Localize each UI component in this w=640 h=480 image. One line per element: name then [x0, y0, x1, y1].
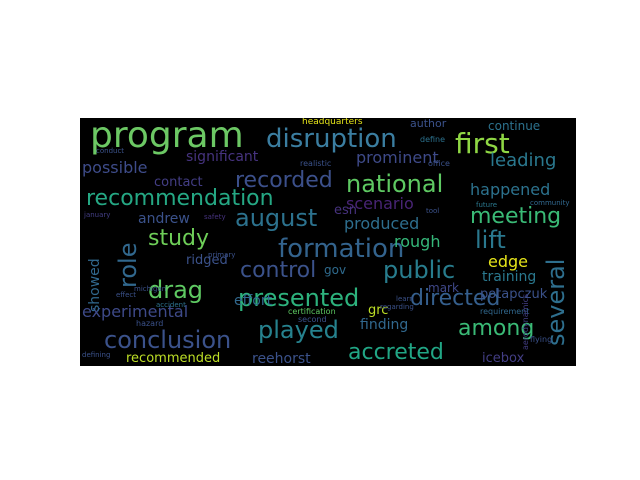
word-significant: significant	[186, 149, 259, 165]
word-contact: contact	[154, 175, 203, 190]
word-role: role	[114, 242, 142, 288]
word-several: several	[542, 258, 570, 346]
word-showed: showed	[87, 258, 103, 312]
word-control: control	[240, 258, 317, 283]
word-second: second	[298, 315, 327, 324]
word-flying: flying	[530, 335, 553, 344]
word-finding: finding	[360, 317, 409, 333]
word-regarding: regarding	[380, 303, 414, 311]
word-edge: edge	[488, 252, 528, 271]
word-mark: mark	[428, 281, 459, 295]
word-gov: gov	[324, 263, 347, 277]
word-primary: primary	[208, 251, 236, 259]
word-learn: learn	[396, 295, 414, 303]
word-future: future	[476, 201, 498, 209]
word-leading: leading	[490, 150, 557, 171]
word-accreted: accreted	[348, 340, 444, 365]
word-define: define	[420, 135, 446, 144]
word-conclusion: conclusion	[104, 326, 232, 354]
word-january: january	[84, 211, 111, 219]
word-esn: esn	[334, 203, 358, 218]
word-effect: effect	[116, 291, 137, 299]
word-continue: continue	[488, 119, 541, 133]
word-headquarters: headquarters	[302, 118, 363, 127]
word-happened: happened	[470, 180, 551, 199]
word-defining: defining	[82, 351, 111, 359]
word-office: office	[428, 159, 450, 168]
word-produced: produced	[344, 214, 420, 233]
word-meeting: meeting	[470, 204, 562, 229]
word-realistic: realistic	[300, 159, 332, 168]
word-national: national	[346, 170, 444, 198]
word-possible: possible	[82, 158, 148, 177]
word-potapczuk: potapczuk	[480, 287, 548, 302]
word-andrew: andrew	[138, 211, 190, 227]
word-cloud: program disruption first recommendation …	[80, 118, 576, 366]
word-reehorst: reehorst	[252, 351, 311, 366]
word-author: author	[410, 118, 447, 130]
word-hazard: hazard	[136, 319, 164, 328]
word-study: study	[148, 226, 210, 251]
word-effort: effort	[234, 293, 273, 309]
word-public: public	[383, 256, 456, 284]
word-tool: tool	[426, 207, 440, 215]
word-accident: accident	[156, 301, 186, 309]
word-august: august	[235, 204, 318, 232]
word-icebox: icebox	[482, 351, 525, 366]
word-safety: safety	[204, 213, 226, 221]
word-michigan: michigan	[134, 285, 167, 293]
word-lift: lift	[475, 226, 506, 254]
word-recorded: recorded	[235, 168, 333, 193]
word-recommended: recommended	[126, 351, 221, 366]
word-community: community	[530, 199, 570, 207]
word-prominent: prominent	[356, 148, 439, 167]
word-training: training	[482, 269, 537, 285]
word-conduct: conduct	[96, 147, 125, 155]
word-aerodynamics: aerodynamics	[521, 293, 530, 350]
word-rough: rough	[394, 232, 441, 251]
